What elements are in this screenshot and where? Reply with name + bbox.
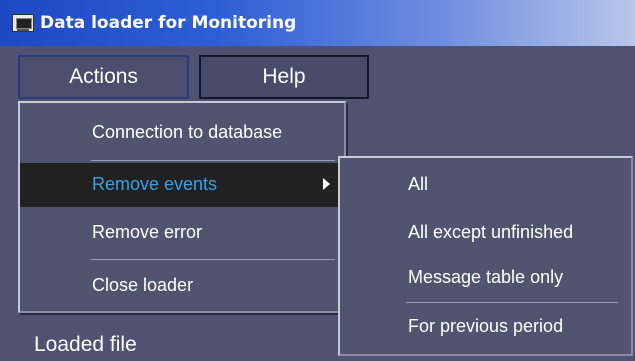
- menu-separator: [91, 160, 335, 161]
- submenu-item-all-except-unfinished[interactable]: All except unfinished: [340, 212, 631, 256]
- menu-item-remove-events[interactable]: Remove events: [20, 163, 344, 207]
- menu-item-connection-label: Connection to database: [92, 122, 283, 142]
- menu-item-close-loader-label: Close loader: [92, 275, 194, 295]
- monitor-app-icon[interactable]: [12, 14, 34, 32]
- window-title: Data loader for Monitoring: [40, 13, 297, 33]
- submenu-item-previous-period-label: For previous period: [408, 316, 564, 336]
- menu-separator: [91, 259, 335, 260]
- submenu-item-message-table-only[interactable]: Message table only: [340, 257, 631, 301]
- remove-events-submenu: All All except unfinished Message table …: [338, 156, 633, 356]
- submenu-item-previous-period[interactable]: For previous period: [340, 306, 631, 350]
- submenu-separator: [406, 302, 618, 303]
- submenu-item-all[interactable]: All: [340, 164, 631, 208]
- menu-item-remove-events-label: Remove events: [92, 174, 218, 194]
- title-bar[interactable]: Data loader for Monitoring: [0, 0, 635, 46]
- loaded-file-label: Loaded file: [34, 333, 137, 356]
- menu-actions[interactable]: Actions: [18, 55, 189, 99]
- submenu-item-all-except-label: All except unfinished: [408, 222, 574, 242]
- submenu-item-message-table-label: Message table only: [408, 267, 564, 287]
- menu-help[interactable]: Help: [199, 55, 369, 99]
- menu-item-remove-error-label: Remove error: [92, 222, 203, 242]
- menu-item-remove-error[interactable]: Remove error: [20, 211, 344, 255]
- submenu-arrow-icon: [323, 178, 330, 190]
- menu-item-connection[interactable]: Connection to database: [20, 111, 344, 155]
- menu-item-close-loader[interactable]: Close loader: [20, 264, 344, 308]
- submenu-item-all-label: All: [408, 174, 429, 194]
- actions-dropdown: Connection to database Remove events Rem…: [18, 101, 346, 313]
